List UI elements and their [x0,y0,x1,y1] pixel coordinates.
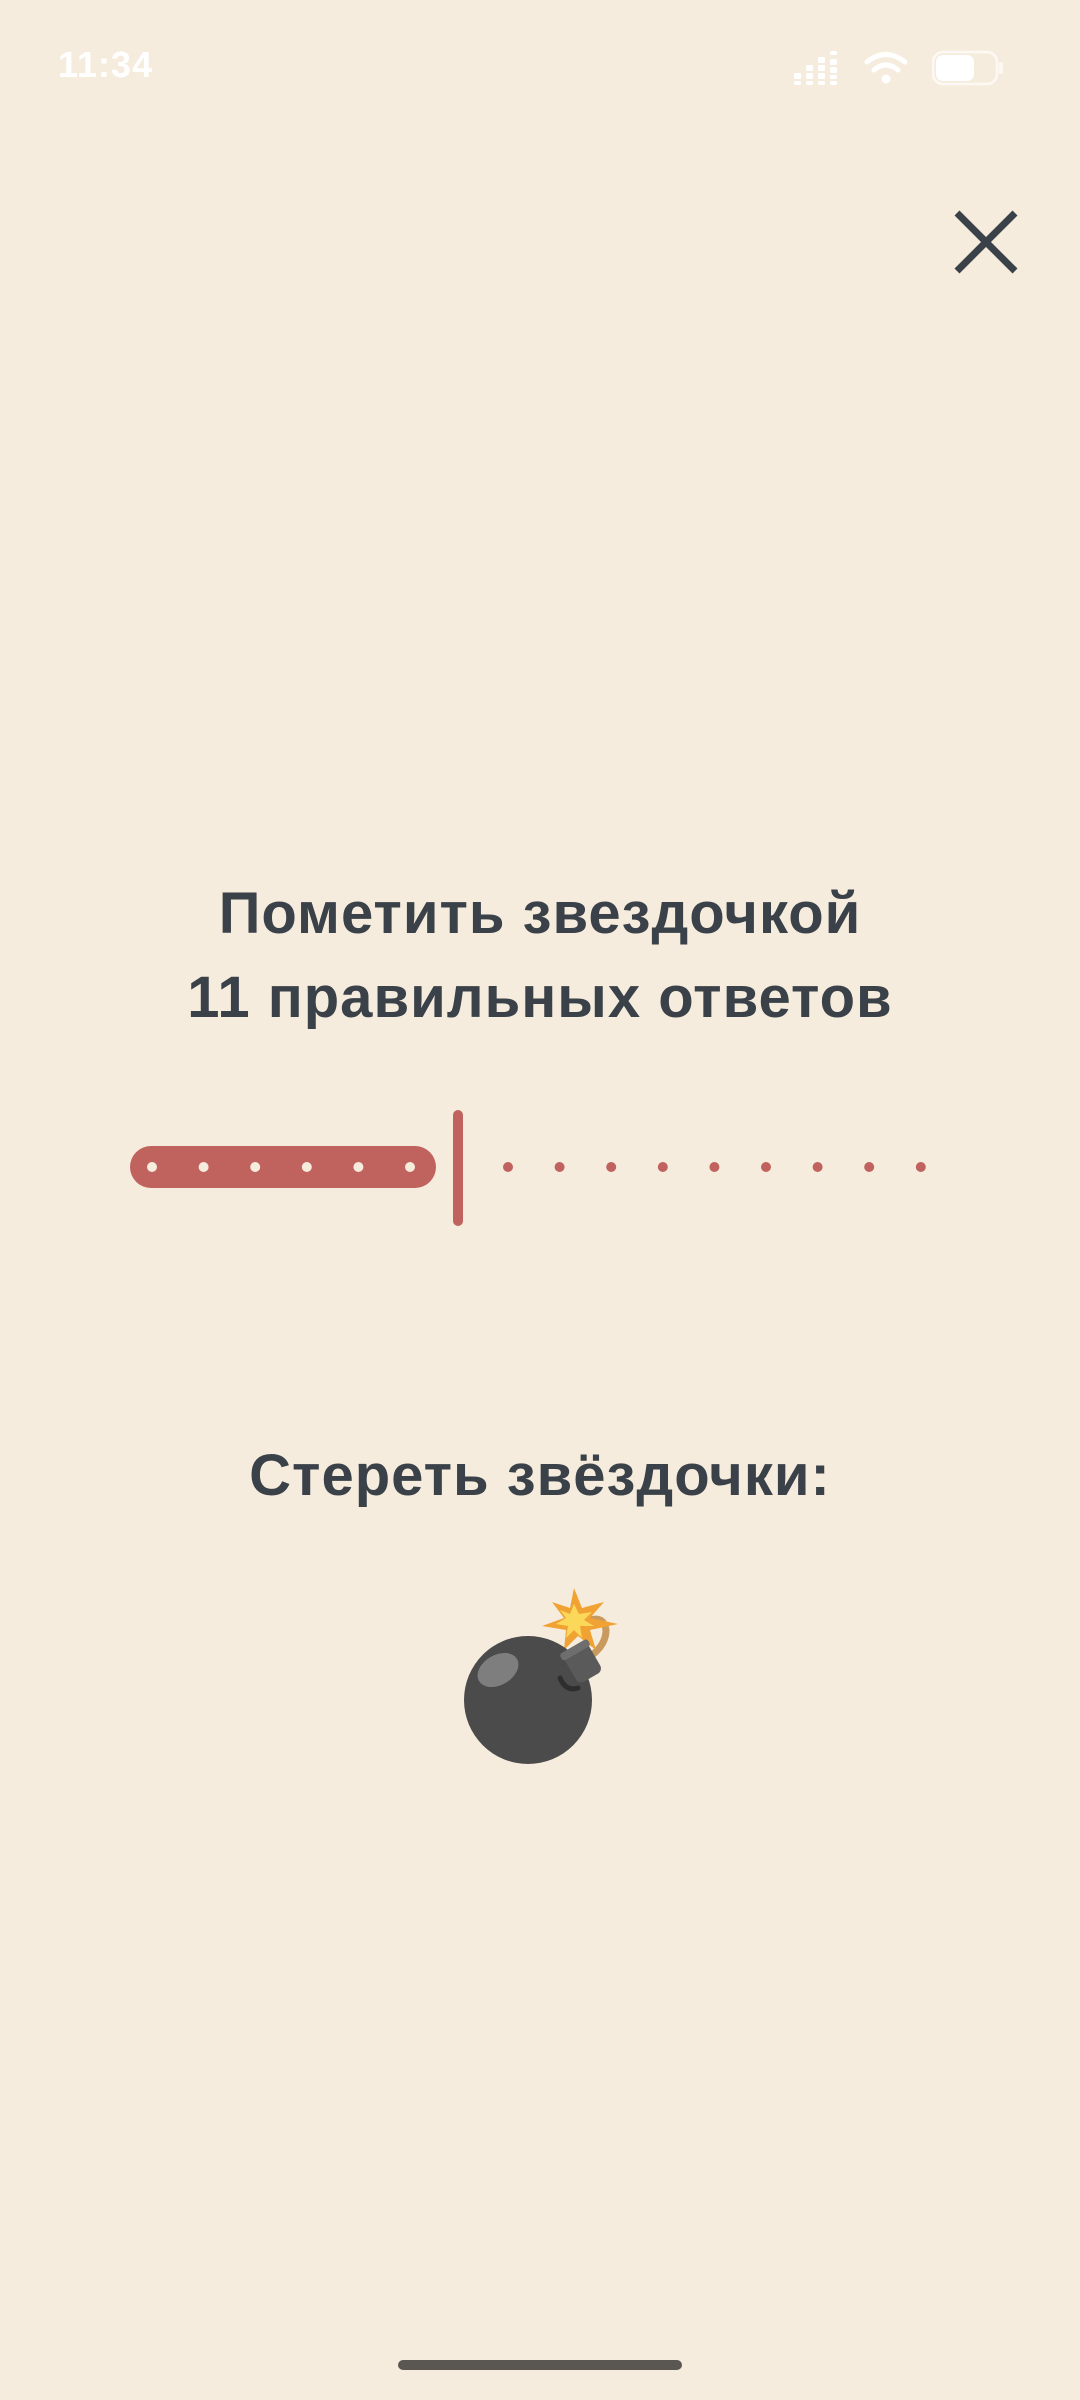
erase-stars-button[interactable] [456,1580,636,1780]
mark-title-line-2: 11 правильных ответов [187,965,893,1030]
status-time: 11:34 [58,44,154,85]
slider-graphic[interactable] [120,1100,960,1240]
erase-stars-label: Стереть звёздочки: [249,1443,831,1508]
mark-title-line-1: Пометить звездочкой [218,881,862,946]
status-icons [794,46,1004,90]
slider-dot-selected[interactable] [147,1162,157,1172]
slider-fill [130,1146,436,1188]
slider-dot[interactable] [503,1162,513,1172]
star-count-slider[interactable] [120,1100,960,1240]
status-bar: 11:34 [0,0,1080,130]
battery-icon [932,50,1004,86]
slider-dot-selected[interactable] [405,1162,415,1172]
slider-dot[interactable] [606,1162,617,1172]
bomb-icon [456,1580,636,1780]
slider-dot-selected[interactable] [250,1162,261,1172]
slider-dot-selected[interactable] [301,1162,312,1172]
slider-dot[interactable] [761,1162,771,1172]
slider-dot[interactable] [657,1162,668,1172]
slider-handle[interactable] [453,1110,463,1226]
signal-icon [794,51,840,85]
slider-dot-selected[interactable] [353,1162,364,1172]
slider-dot[interactable] [864,1162,875,1172]
close-icon [953,209,1019,280]
slider-dot[interactable] [915,1162,926,1172]
wifi-icon [864,51,908,85]
slider-dot-selected[interactable] [198,1162,209,1172]
slider-dot[interactable] [709,1162,720,1172]
home-indicator[interactable] [398,2360,682,2370]
slider-dot[interactable] [812,1162,823,1172]
slider-dot[interactable] [554,1162,565,1172]
close-button[interactable] [942,200,1030,288]
mark-title: Пометить звездочкой 11 правильных ответо… [0,872,1080,1040]
